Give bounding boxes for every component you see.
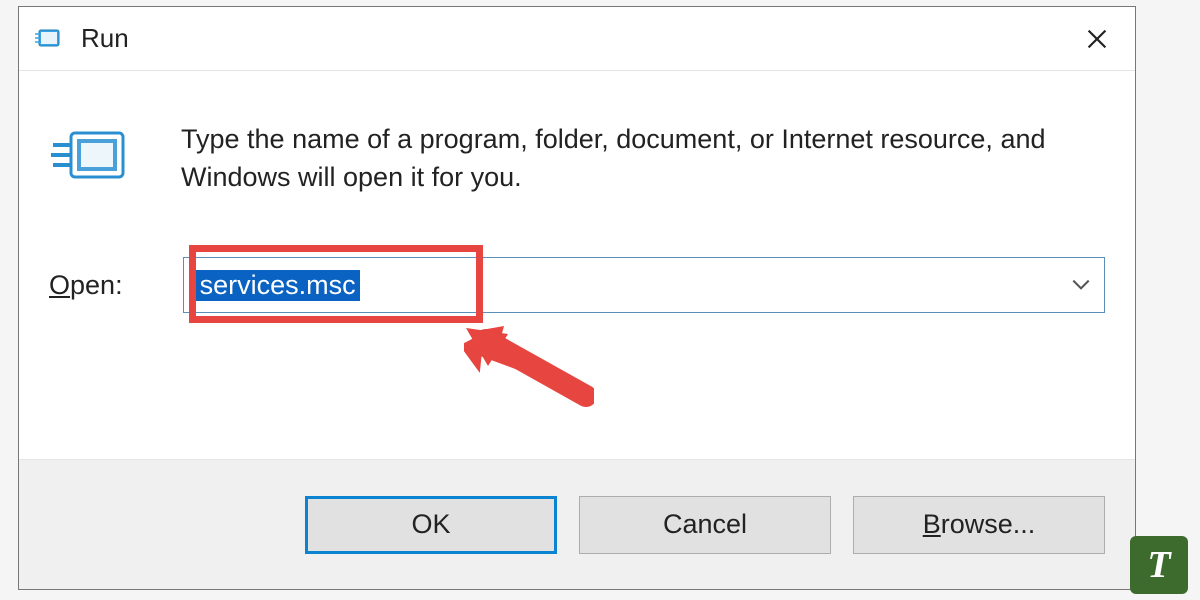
button-bar: OK Cancel Browse...	[19, 459, 1135, 589]
window-title: Run	[81, 23, 1073, 54]
run-large-icon	[49, 119, 133, 197]
open-label: Open:	[49, 270, 123, 301]
open-input-value: services.msc	[196, 270, 360, 301]
run-dialog: Run Type the name of a program, folder, …	[18, 6, 1136, 590]
dialog-body: Type the name of a program, folder, docu…	[19, 71, 1135, 459]
browse-button[interactable]: Browse...	[853, 496, 1105, 554]
input-row: Open: services.msc	[19, 217, 1135, 323]
description-text: Type the name of a program, folder, docu…	[181, 119, 1105, 197]
titlebar: Run	[19, 7, 1135, 71]
watermark-badge: T	[1130, 536, 1188, 594]
cancel-button[interactable]: Cancel	[579, 496, 831, 554]
run-icon	[33, 24, 63, 54]
ok-button[interactable]: OK	[305, 496, 557, 554]
open-combo-wrap: services.msc	[183, 257, 1105, 313]
open-input[interactable]: services.msc	[183, 257, 1105, 313]
close-button[interactable]	[1073, 15, 1121, 63]
chevron-down-icon	[1072, 275, 1090, 296]
info-row: Type the name of a program, folder, docu…	[19, 71, 1135, 217]
